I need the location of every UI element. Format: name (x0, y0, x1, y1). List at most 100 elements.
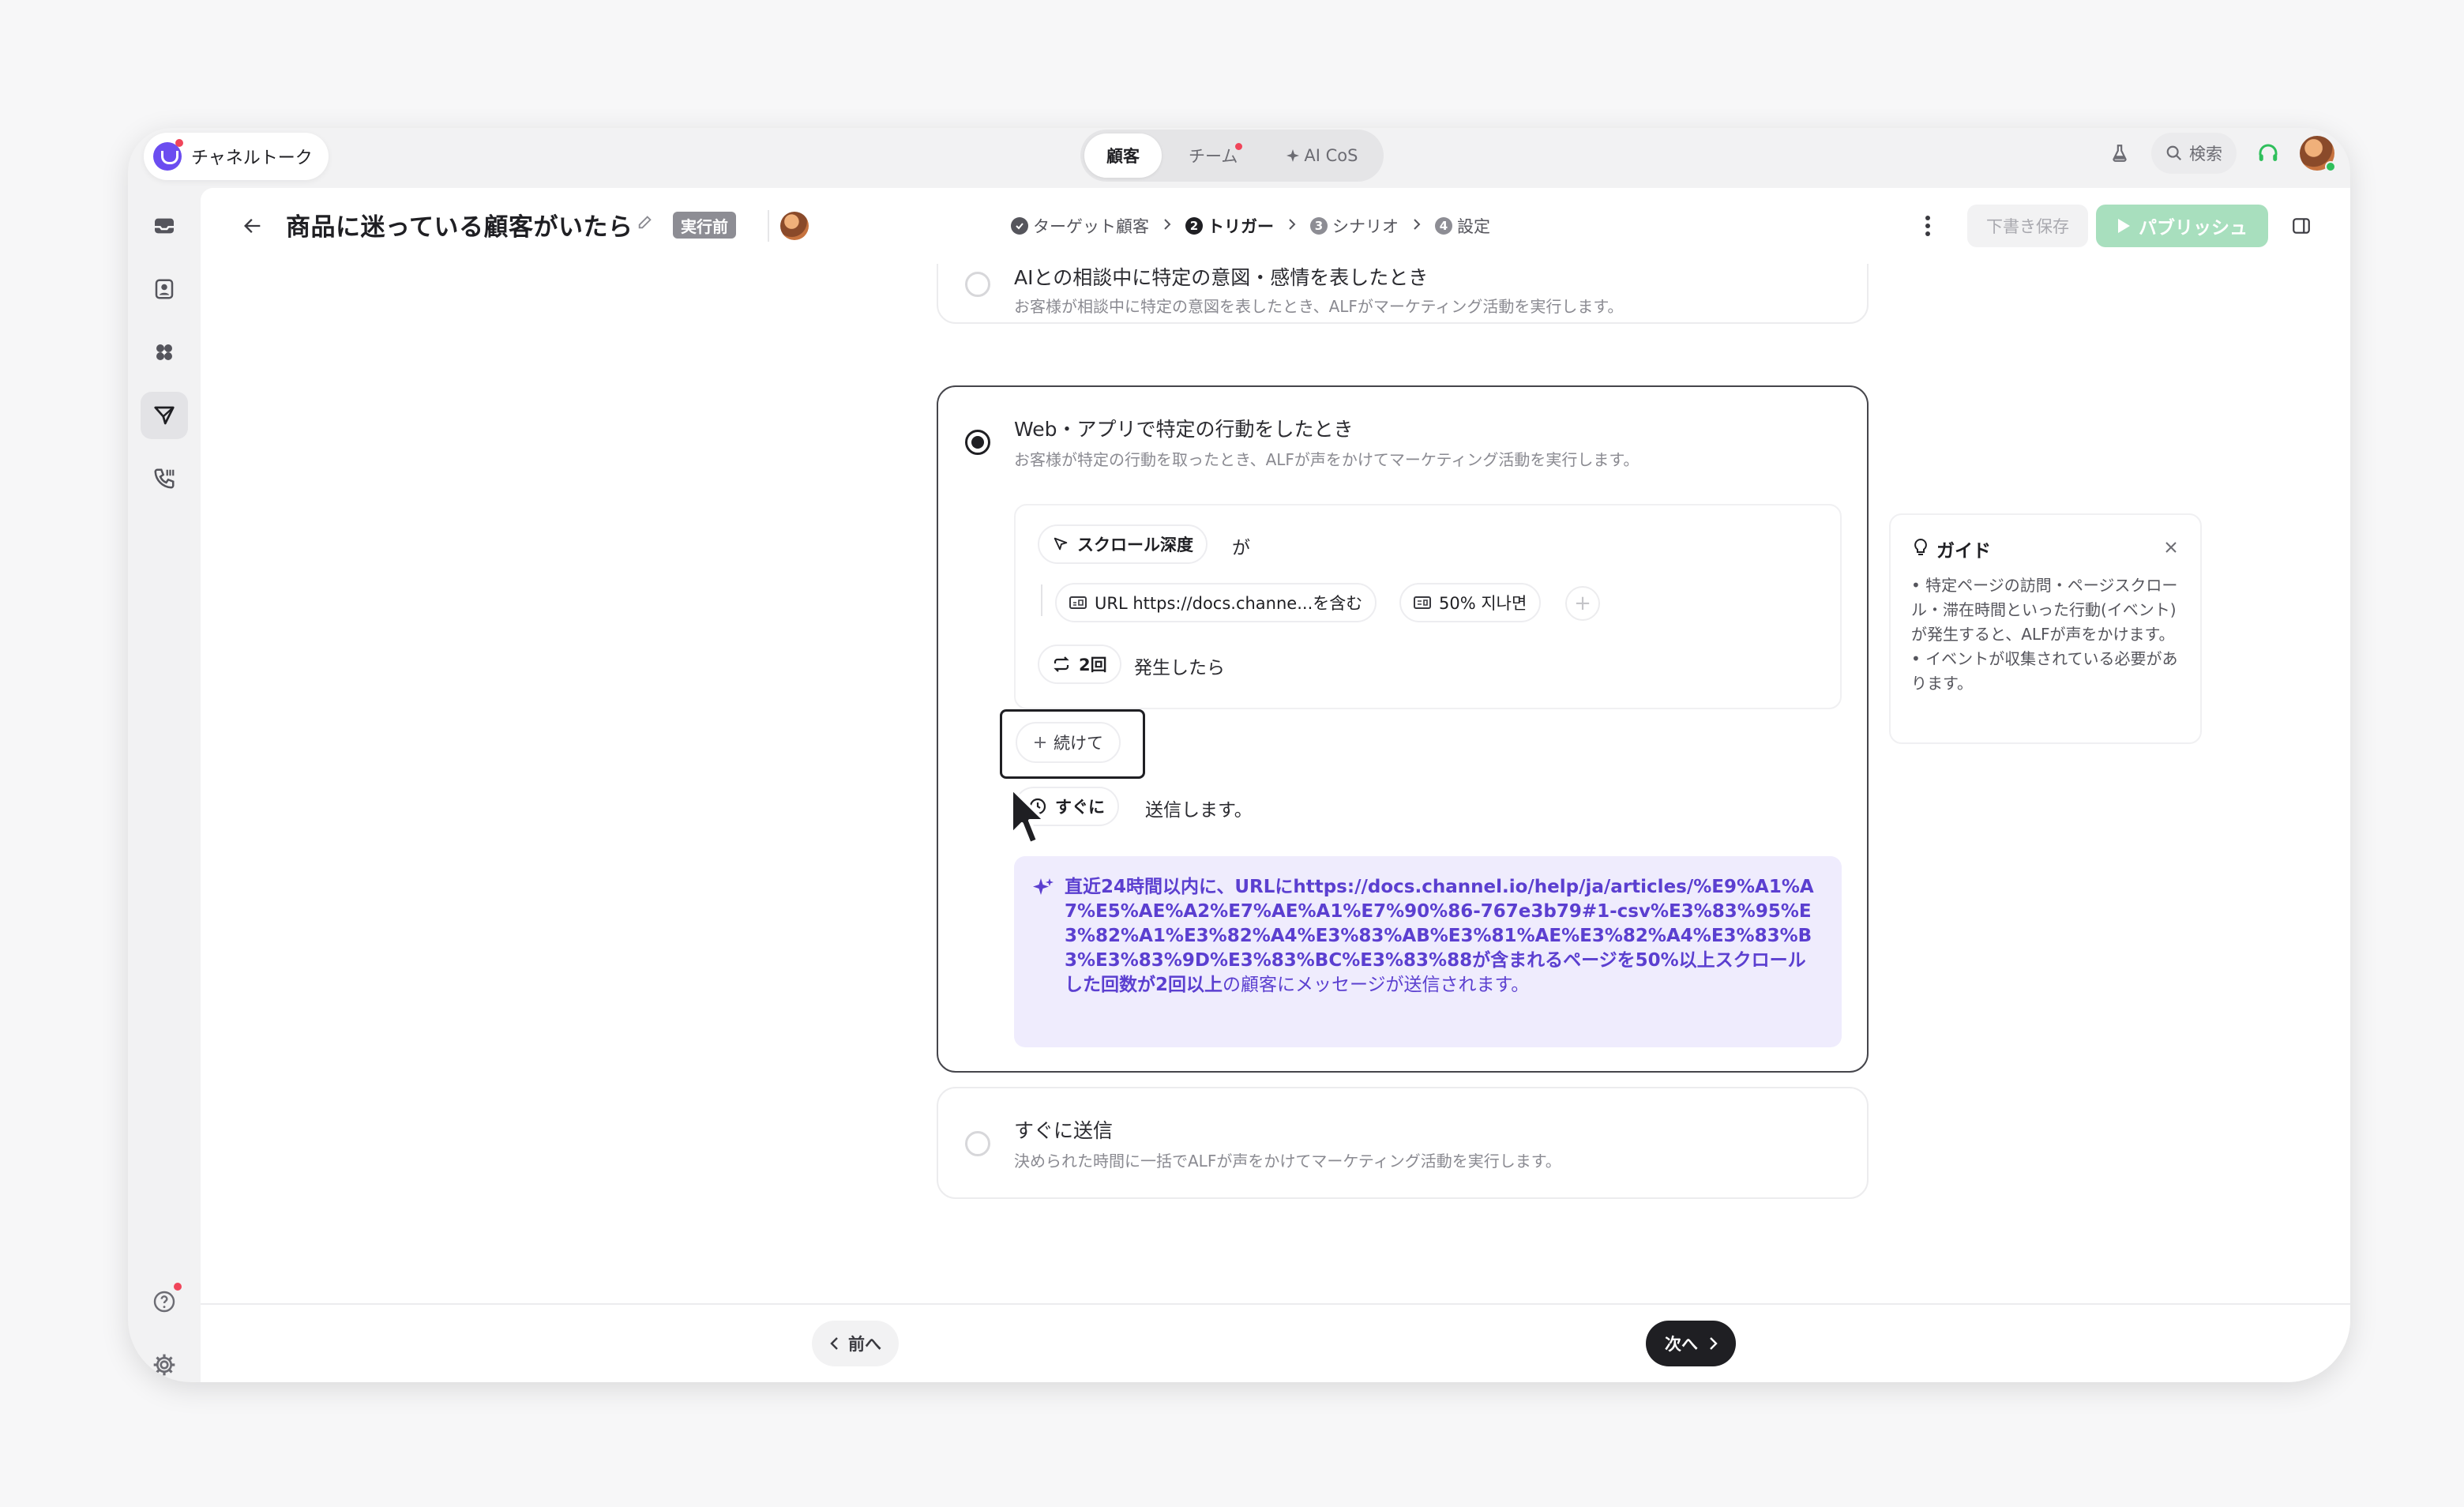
tab-label: 顧客 (1106, 147, 1140, 166)
plus-icon: + (1574, 592, 1591, 615)
radio-button-selected[interactable] (965, 430, 990, 455)
event-selector[interactable]: スクロール深度 (1038, 524, 1208, 564)
pencil-icon (638, 216, 652, 229)
guide-body: • 特定ページの訪問・ページスクロール・滞在時間といった行動(イベント)が発生す… (1911, 573, 2183, 696)
top-right-tools: 検索 (2099, 133, 2336, 174)
next-button[interactable]: 次へ (1646, 1321, 1736, 1366)
chevron-right-icon (1710, 1337, 1718, 1350)
add-filter-button[interactable]: + (1565, 586, 1600, 621)
workspace-name: チャネルトーク (191, 148, 313, 168)
depth-filter-chip[interactable]: 50% 지나면 (1399, 583, 1542, 622)
headset-icon (2259, 144, 2278, 161)
clover-icon (156, 344, 172, 360)
publish-button[interactable]: パブリッシュ (2096, 205, 2268, 247)
continue-label: 続けて (1054, 734, 1103, 753)
option-title: AIとの相談中に特定の意図・感情を表したとき (1014, 266, 1429, 289)
edit-title-button[interactable] (637, 213, 654, 234)
nav-contacts[interactable] (141, 265, 188, 313)
url-filter-chip[interactable]: URL https://docs.channe...を含む (1055, 583, 1377, 622)
radio-button[interactable] (965, 1131, 990, 1156)
mouse-cursor-icon (1010, 787, 1046, 845)
chevron-right-icon (1162, 216, 1173, 235)
chevron-left-icon (830, 1337, 838, 1350)
indent-line (1041, 584, 1042, 616)
timing-suffix: 送信します。 (1145, 800, 1253, 821)
trigger-option-send-now[interactable]: すぐに送信 決められた時間に一括でALFが声をかけてマーケティング活動を実行しま… (937, 1087, 1869, 1199)
workspace-switcher[interactable]: チャネルトーク (144, 133, 329, 180)
header-actions: 下書き保存 パブリッシュ (1910, 204, 2322, 248)
user-avatar[interactable] (2300, 136, 2336, 172)
trigger-summary: 直近24時間以内に、URLにhttps://docs.channel.io/he… (1014, 856, 1842, 1047)
tab-label: チーム (1189, 147, 1238, 166)
event-suffix: が (1232, 538, 1250, 558)
nav-settings[interactable] (141, 1341, 188, 1382)
plus-icon (1035, 737, 1046, 748)
chevron-right-icon (1411, 216, 1422, 235)
guide-panel: ガイド • 特定ページの訪問・ページスクロール・滞在時間といった行動(イベント)… (1889, 513, 2202, 744)
top-bar: チャネルトーク 顧客 チーム AI CoS 検索 (128, 128, 2350, 188)
step-label: シナリオ (1332, 217, 1399, 236)
step-label: 設定 (1457, 217, 1490, 236)
inbox-icon (155, 218, 174, 234)
back-button[interactable] (232, 205, 273, 246)
step-scenario[interactable]: 3 シナリオ (1310, 214, 1399, 238)
repeat-icon (1054, 656, 1069, 672)
step-number: 4 (1435, 217, 1452, 235)
sparkle-icon (1033, 878, 1054, 895)
step-indicator: ターゲット顧客 2 トリガー 3 シナリオ 4 設定 (1011, 209, 1490, 243)
guide-bullet: • 特定ページの訪問・ページスクロール・滞在時間といった行動(イベント)が発生す… (1911, 576, 2178, 644)
option-description: お客様が相談中に特定の意図を表したとき、ALFがマーケティング活動を実行します。 (1014, 297, 1624, 316)
sparkle-icon (1286, 149, 1300, 162)
option-description: お客様が特定の行動を取ったとき、ALFが声をかけてマーケティング活動を実行します… (1014, 450, 1640, 469)
tab-team[interactable]: チーム (1166, 133, 1260, 178)
lab-button[interactable] (2099, 133, 2140, 174)
phone-icon (154, 468, 175, 489)
arrow-left-icon (244, 219, 261, 233)
contacts-icon (155, 279, 174, 299)
publish-label: パブリッシュ (2139, 218, 2248, 239)
save-draft-button[interactable]: 下書き保存 (1967, 205, 2088, 247)
next-label: 次へ (1665, 1335, 1698, 1354)
previous-label: 前へ (848, 1335, 881, 1354)
step-label: ターゲット顧客 (1033, 217, 1149, 236)
link-tag-icon (1069, 596, 1087, 609)
step-number: 3 (1310, 217, 1328, 235)
owner-avatar[interactable] (780, 212, 809, 240)
notification-dot (1235, 143, 1243, 150)
trigger-option-web-app-action[interactable]: Web・アプリで特定の行動をしたとき お客様が特定の行動を取ったとき、ALFが声… (937, 385, 1869, 1073)
flask-icon (2113, 145, 2127, 162)
previous-button[interactable]: 前へ (812, 1321, 899, 1366)
tab-ai-cos[interactable]: AI CoS (1264, 133, 1380, 178)
nav-apps[interactable] (141, 329, 188, 376)
step-number: 2 (1185, 217, 1203, 235)
option-title: すぐに送信 (1014, 1119, 1114, 1142)
step-trigger[interactable]: 2 トリガー (1185, 214, 1274, 238)
search-button[interactable]: 検索 (2151, 133, 2237, 174)
close-guide-button[interactable] (2159, 536, 2183, 559)
online-status-dot (2325, 161, 2336, 172)
toggle-panel-button[interactable] (2281, 205, 2322, 247)
nav-marketing[interactable] (141, 392, 188, 439)
nav-inbox[interactable] (141, 202, 188, 250)
tab-customers[interactable]: 顧客 (1084, 133, 1162, 178)
option-title: Web・アプリで特定の行動をしたとき (1014, 418, 1354, 441)
search-label: 検索 (2189, 145, 2222, 163)
sidebar-panel-icon (2293, 218, 2310, 234)
nav-help[interactable] (141, 1278, 188, 1325)
top-tabs: 顧客 チーム AI CoS (1080, 130, 1384, 182)
check-circle-icon (1011, 217, 1028, 235)
headset-button[interactable] (2248, 133, 2289, 174)
cursor-pointer-icon (1054, 537, 1068, 551)
option-description: 決められた時間に一括でALFが声をかけてマーケティング活動を実行します。 (1014, 1152, 1561, 1171)
depth-filter-label: 50% 지나면 (1439, 594, 1527, 613)
nav-calls[interactable] (141, 455, 188, 502)
count-selector[interactable]: 2回 (1038, 645, 1121, 684)
continue-button[interactable]: 続けて (1016, 722, 1121, 763)
more-options-button[interactable] (1910, 204, 1945, 248)
radio-button[interactable] (965, 272, 990, 297)
step-target[interactable]: ターゲット顧客 (1011, 214, 1149, 238)
footer-bar: 前へ 次へ (201, 1303, 2350, 1382)
summary-outcome: の顧客にメッセージが送信されます。 (1223, 975, 1530, 995)
step-settings[interactable]: 4 設定 (1435, 214, 1490, 238)
divider (768, 210, 769, 242)
